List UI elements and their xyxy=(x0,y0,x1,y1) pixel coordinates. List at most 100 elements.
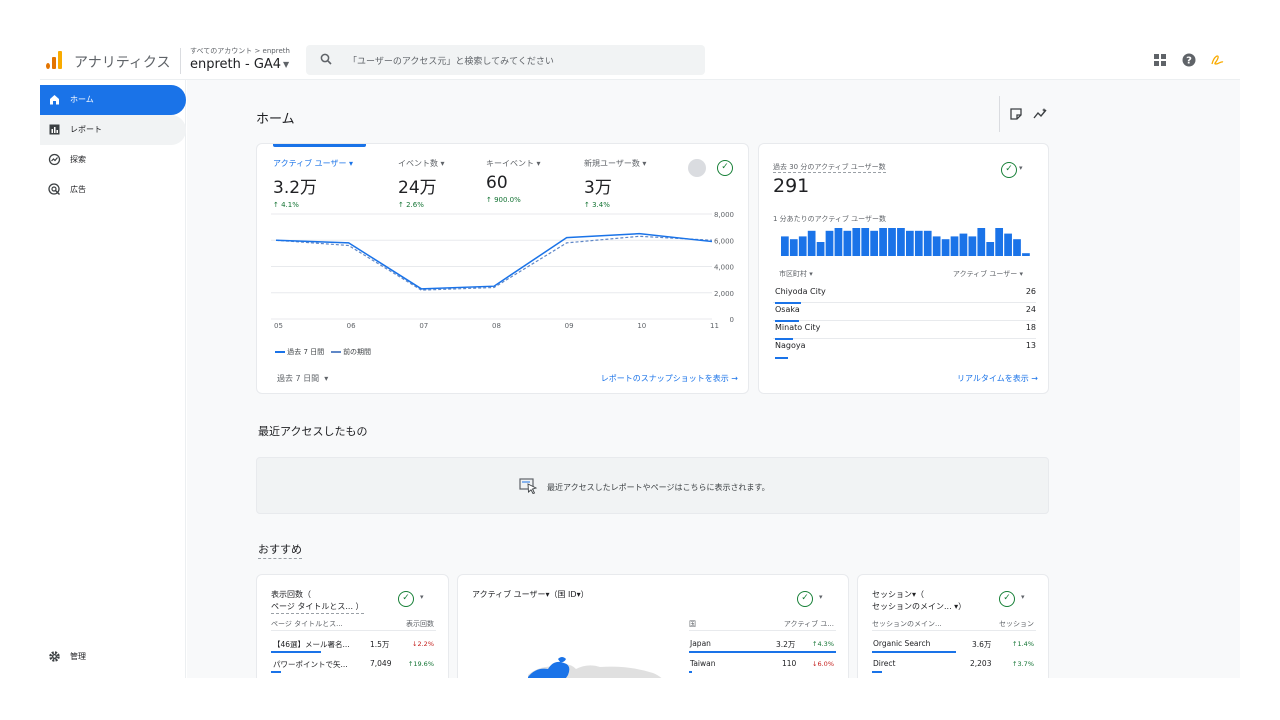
check-circle-icon[interactable]: ✓ xyxy=(999,591,1015,607)
recent-cursor-icon xyxy=(519,478,538,494)
realtime-bar xyxy=(906,230,914,256)
note-icon[interactable] xyxy=(1009,107,1023,121)
chevron-down-icon[interactable]: ▾ xyxy=(1021,593,1025,601)
x-tick-label: 10 xyxy=(637,322,646,329)
row-name[interactable]: Japan xyxy=(690,639,711,648)
check-circle-icon[interactable]: ✓ xyxy=(398,591,414,607)
sidebar-item-admin[interactable]: 管理 xyxy=(40,642,186,672)
legend-label-previous: 前の期間 xyxy=(343,348,372,356)
row-value: 3.6万 xyxy=(972,640,992,649)
check-circle-icon[interactable]: ✓ xyxy=(717,160,733,176)
realtime-bar xyxy=(789,239,798,256)
main-content: ホーム アクティブ ユーザー ▾ 3.2万 ↑ 4.1% イベント数 ▾ 24万… xyxy=(187,80,1240,678)
x-tick-label: 09 xyxy=(565,322,574,329)
realtime-bar xyxy=(825,230,834,256)
user-count: 18 xyxy=(1025,323,1036,332)
realtime-bar xyxy=(950,236,959,256)
analytics-logo-icon[interactable] xyxy=(46,51,62,69)
realtime-bar xyxy=(1022,253,1030,256)
column-header: セッション xyxy=(999,620,1034,628)
apps-grid-icon[interactable] xyxy=(1153,53,1167,67)
recommended-card-country: アクティブ ユーザー▾（国 ID▾） ✓ ▾ 国 アクティブ ユ... Japa… xyxy=(457,574,849,678)
analytics-app: アナリティクス すべてのアカウント > enpreth enpreth - GA… xyxy=(40,40,1240,678)
check-circle-icon[interactable]: ✓ xyxy=(797,591,813,607)
metric-delta: 900.0% xyxy=(494,196,521,204)
metric-value: 60 xyxy=(486,173,508,193)
legend-swatch-current xyxy=(275,351,285,353)
row-bar xyxy=(689,651,836,653)
metric-tab-key-events[interactable]: キーイベント ▾ 60 ↑ 900.0% xyxy=(486,158,541,204)
sidebar-item-explore[interactable]: 探索 xyxy=(40,145,186,175)
chevron-down-icon[interactable]: ▾ xyxy=(819,593,823,601)
y-tick-label: 6,000 xyxy=(714,237,734,245)
line-chart: 8,0006,0004,0002,0000050607080910116月 xyxy=(271,211,734,329)
realtime-bar-chart xyxy=(781,228,1030,256)
date-range-selector[interactable]: 過去 7 日間 ▾ xyxy=(277,373,328,384)
row-name[interactable]: Taiwan xyxy=(690,659,716,668)
row-delta: ↓2.2% xyxy=(412,640,434,648)
check-circle-icon[interactable]: ✓ xyxy=(1001,162,1017,178)
chevron-down-icon[interactable]: ▾ xyxy=(420,593,424,601)
city-name: Minato City xyxy=(775,323,821,332)
divider xyxy=(271,630,436,631)
metric-value: 3万 xyxy=(584,178,612,198)
account-breadcrumb[interactable]: すべてのアカウント > enpreth xyxy=(190,46,290,56)
sidebar-item-home[interactable]: ホーム xyxy=(40,85,186,115)
realtime-bar xyxy=(879,228,887,256)
realtime-link-label: リアルタイムを表示 xyxy=(956,374,1029,383)
card-title: セッション▾（ セッションのメイン... ▾） xyxy=(872,590,967,611)
table-row[interactable]: Osaka 24 xyxy=(773,303,1036,322)
snapshot-report-link[interactable]: レポートのスナップショットを表示 → xyxy=(601,373,738,384)
metric-tab-event-count[interactable]: イベント数 ▾ 24万 ↑ 2.6% xyxy=(398,158,445,209)
row-value: 1.5万 xyxy=(370,640,390,649)
account-avatar-icon[interactable] xyxy=(1210,53,1224,67)
realtime-bar xyxy=(861,228,870,256)
row-name[interactable]: 【46選】メール署名... xyxy=(273,639,350,650)
metric-tab-new-users[interactable]: 新規ユーザー数 ▾ 3万 ↑ 3.4% xyxy=(584,158,646,209)
realtime-bar xyxy=(834,228,843,256)
row-name[interactable]: Organic Search xyxy=(873,639,930,648)
realtime-bar xyxy=(852,228,861,256)
gear-icon xyxy=(49,651,60,662)
row-delta: ↑4.3% xyxy=(812,640,834,648)
city-name: Nagoya xyxy=(775,341,806,350)
table-row[interactable]: Chiyoda City 26 xyxy=(773,285,1036,304)
table-row[interactable]: Minato City 18 xyxy=(773,321,1036,340)
column-header: アクティブ ユ... xyxy=(783,620,834,628)
users-column-header[interactable]: アクティブ ユーザー ▾ xyxy=(953,269,1023,279)
chevron-down-icon[interactable]: ▾ xyxy=(1019,164,1023,172)
realtime-link[interactable]: リアルタイムを表示 → xyxy=(957,373,1038,384)
user-count: 26 xyxy=(1025,287,1036,296)
row-name[interactable]: パワーポイントで矢... xyxy=(273,659,348,670)
realtime-bar xyxy=(977,228,986,256)
city-column-header[interactable]: 市区町村 ▾ xyxy=(779,269,813,279)
realtime-bar xyxy=(941,239,950,256)
row-value: 7,049 xyxy=(370,659,392,668)
insights-badge-icon[interactable] xyxy=(688,159,706,177)
search-bar[interactable]: 「ユーザーのアクセス元」と検索してみてください xyxy=(306,45,705,75)
sidebar-item-reports[interactable]: レポート xyxy=(40,115,186,145)
row-name[interactable]: Direct xyxy=(873,659,895,668)
recent-section-title: 最近アクセスしたもの xyxy=(258,425,368,438)
app-name: アナリティクス xyxy=(74,55,171,71)
realtime-card: 過去 30 分のアクティブ ユーザー数 291 ✓ ▾ 1 分あたりのアクティブ… xyxy=(758,143,1049,394)
caret-down-icon[interactable]: ▼ xyxy=(283,60,289,69)
sidebar-item-label: 管理 xyxy=(70,652,86,661)
table-row[interactable]: Nagoya 13 xyxy=(773,339,1036,359)
search-input[interactable]: 「ユーザーのアクセス元」と検索してみてください xyxy=(348,54,554,67)
column-header: 表示回数 xyxy=(406,620,434,628)
x-tick-label: 07 xyxy=(419,322,428,329)
divider xyxy=(872,630,1036,631)
metric-tab-active-users[interactable]: アクティブ ユーザー ▾ 3.2万 ↑ 4.1% xyxy=(273,158,353,209)
column-header: 国 xyxy=(689,620,696,628)
x-tick-label: 05 xyxy=(274,322,283,329)
city-name: Osaka xyxy=(775,305,800,314)
row-delta: ↑19.6% xyxy=(407,660,434,668)
sidebar-item-advertising[interactable]: 広告 xyxy=(40,175,186,205)
y-tick-label: 2,000 xyxy=(714,290,734,298)
metric-label: キーイベント xyxy=(486,159,534,168)
insights-icon[interactable] xyxy=(1033,107,1047,121)
help-icon[interactable]: ? xyxy=(1182,53,1196,67)
realtime-bar xyxy=(914,230,923,256)
property-selector[interactable]: enpreth - GA4 xyxy=(190,57,281,72)
